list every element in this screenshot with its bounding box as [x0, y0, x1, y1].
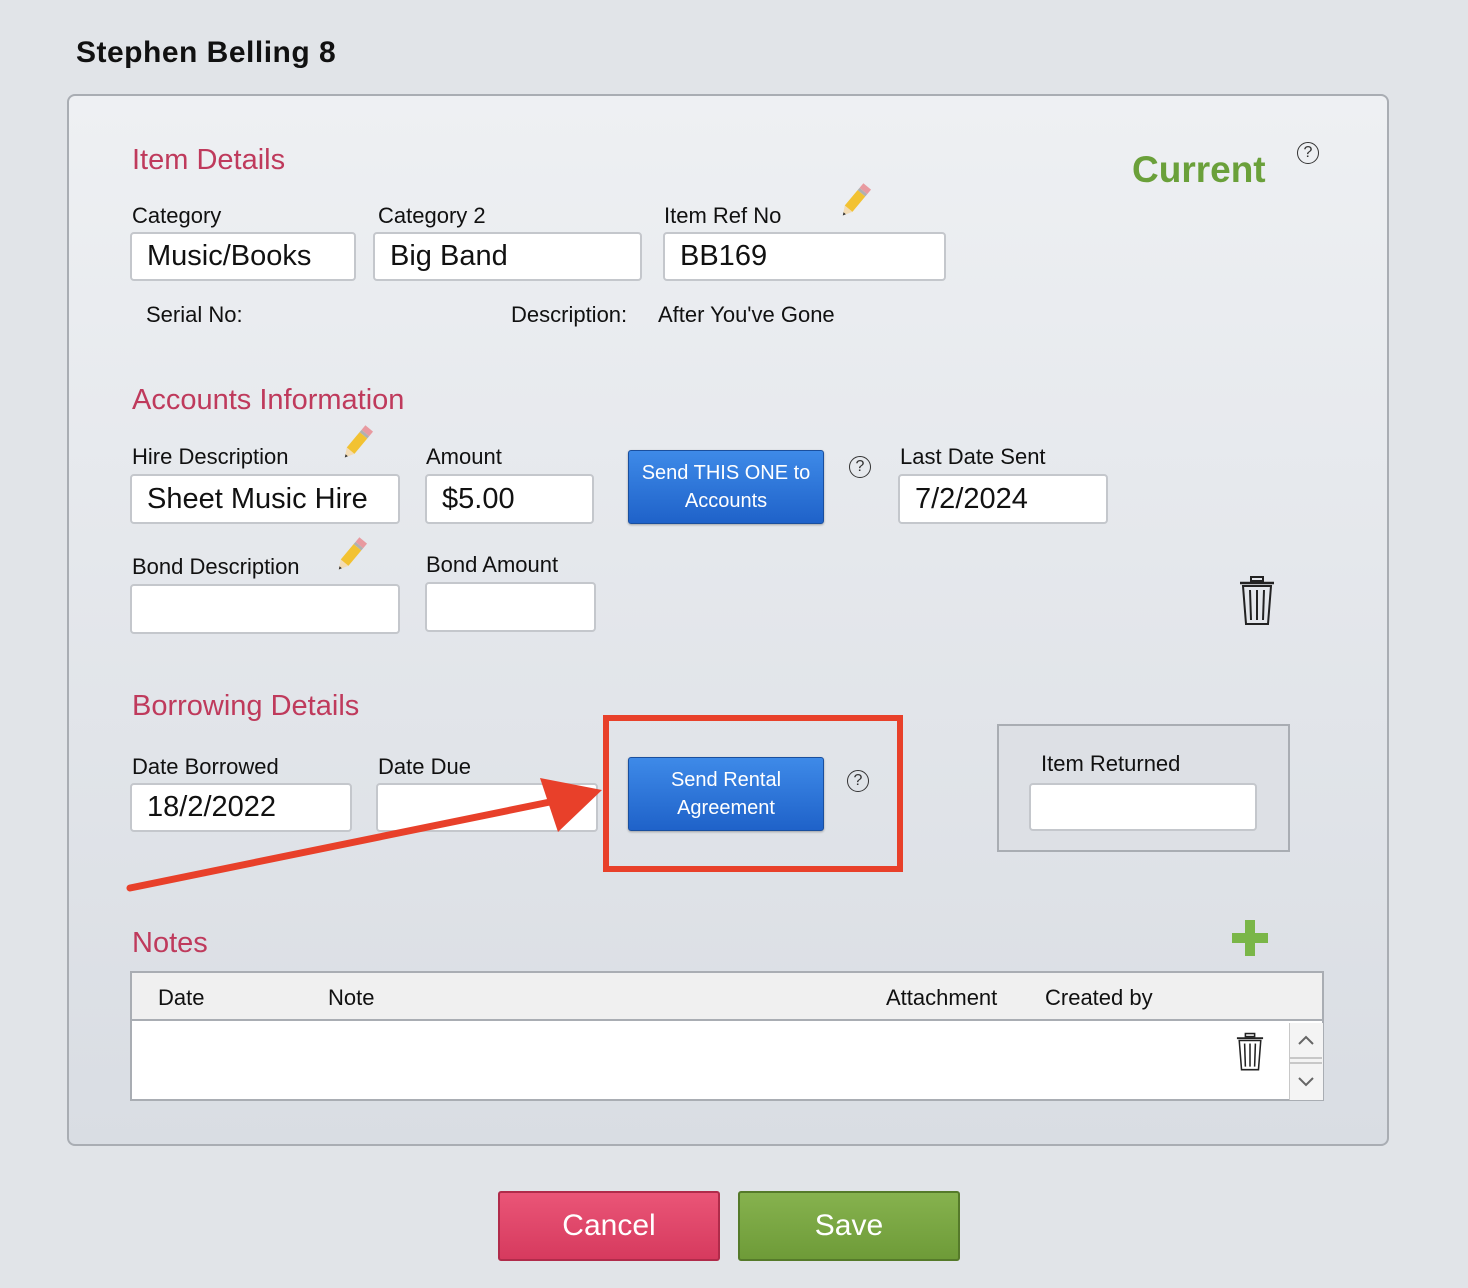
category2-label: Category 2	[378, 203, 486, 228]
serial-label: Serial No:	[146, 302, 243, 327]
scrollbar-divider-2	[1290, 1062, 1322, 1064]
hire-description-field[interactable]: Sheet Music Hire	[130, 474, 400, 524]
category-field[interactable]: Music/Books	[130, 232, 356, 281]
notes-col-date[interactable]: Date	[158, 985, 204, 1011]
description-label: Description:	[511, 302, 628, 327]
item-ref-label: Item Ref No	[664, 203, 782, 228]
amount-label: Amount	[426, 444, 502, 469]
bond-amount-field[interactable]	[425, 582, 596, 632]
send-to-accounts-line1: Send THIS ONE to	[641, 462, 811, 484]
accounts-title: Accounts Information	[132, 384, 405, 416]
amount-field[interactable]: $5.00	[425, 474, 594, 524]
bond-amount-label: Bond Amount	[426, 552, 559, 577]
item-details-title: Item Details	[132, 144, 286, 176]
hire-description-pencil-icon[interactable]	[340, 422, 374, 464]
item-ref-field[interactable]: BB169	[663, 232, 946, 281]
notes-col-attachment[interactable]: Attachment	[886, 985, 997, 1011]
notes-col-note[interactable]: Note	[328, 985, 374, 1011]
category-label: Category	[132, 203, 222, 228]
status-help-icon[interactable]: ?	[1297, 142, 1319, 164]
cancel-button[interactable]: Cancel	[498, 1191, 720, 1261]
scrollbar-divider	[1290, 1057, 1322, 1059]
chevron-down-icon[interactable]	[1296, 1074, 1316, 1090]
save-button[interactable]: Save	[738, 1191, 960, 1261]
accounts-trash-icon[interactable]	[1238, 575, 1276, 627]
last-date-sent-field[interactable]: 7/2/2024	[898, 474, 1108, 524]
annotation-highlight-box	[603, 715, 903, 872]
page-title: Stephen Belling 8	[76, 36, 337, 69]
notes-title: Notes	[132, 927, 208, 959]
borrowing-title: Borrowing Details	[132, 690, 360, 722]
send-to-accounts-button[interactable]: Send THIS ONE to Accounts	[628, 450, 824, 524]
category2-field[interactable]: Big Band	[373, 232, 642, 281]
bond-description-label: Bond Description	[132, 554, 300, 579]
bond-description-pencil-icon[interactable]	[334, 534, 368, 576]
last-date-sent-label: Last Date Sent	[900, 444, 1046, 469]
chevron-up-icon[interactable]	[1296, 1032, 1316, 1048]
send-to-accounts-line2: Accounts	[684, 490, 768, 512]
add-note-icon[interactable]	[1230, 918, 1270, 958]
note-row-trash-icon[interactable]	[1234, 1032, 1266, 1072]
annotation-arrow	[126, 778, 602, 892]
bond-description-field[interactable]	[130, 584, 400, 634]
hire-description-label: Hire Description	[132, 444, 289, 469]
item-ref-pencil-icon[interactable]	[838, 180, 872, 222]
status-label: Current	[1132, 149, 1266, 190]
item-returned-label: Item Returned	[1041, 751, 1181, 776]
notes-col-created-by[interactable]: Created by	[1045, 985, 1153, 1011]
item-returned-field[interactable]	[1029, 783, 1257, 831]
accounts-help-icon[interactable]: ?	[849, 456, 871, 478]
description-value: After You've Gone	[658, 302, 835, 327]
